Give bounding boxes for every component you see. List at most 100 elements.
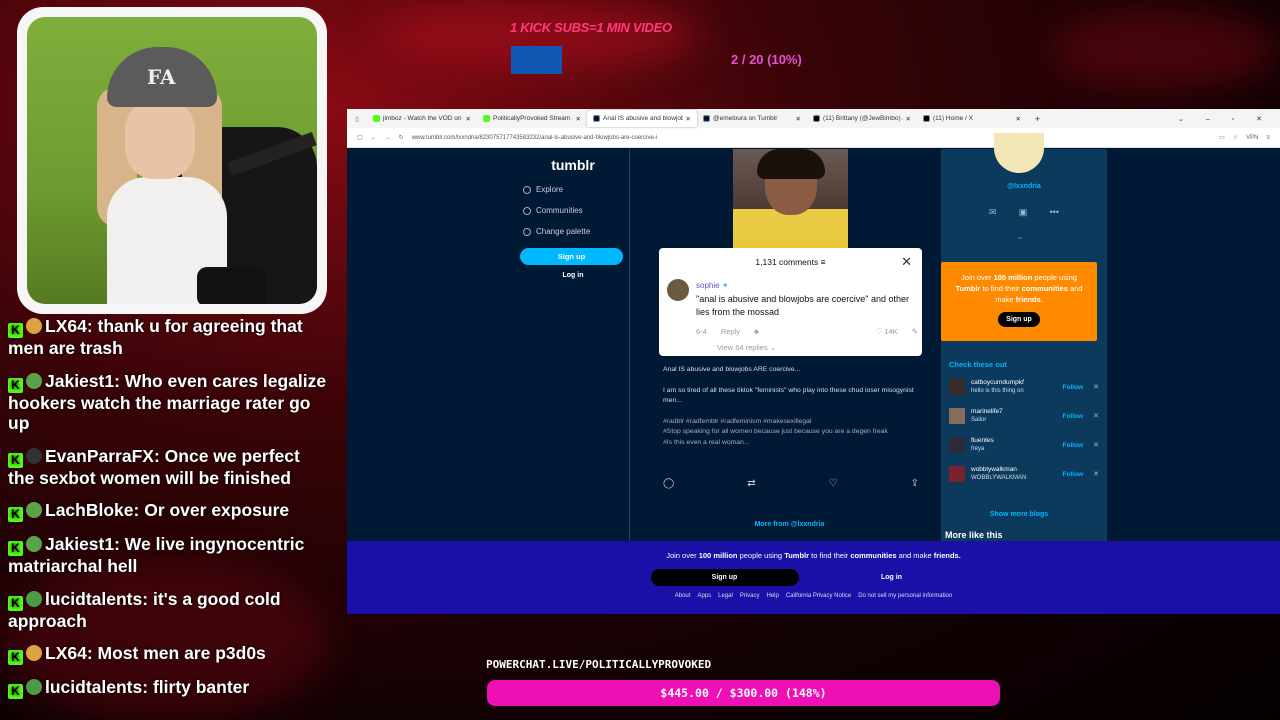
browser-tab[interactable]: jimboz - Watch the VOD on Kic✕ xyxy=(367,110,477,127)
join-text: Join over 100 million people using Tumbl… xyxy=(955,273,1083,304)
dismiss-icon[interactable]: ✕ xyxy=(1093,412,1099,420)
show-more-blogs-link[interactable]: Show more blogs xyxy=(941,511,1097,518)
comment-username[interactable]: sophie ✦ xyxy=(696,281,729,290)
footer-link[interactable]: Privacy xyxy=(740,593,760,599)
tab-bar: ▯ jimboz - Watch the VOD on Kic✕Politica… xyxy=(347,109,1280,128)
reaction-icon[interactable]: ♣ xyxy=(754,327,759,336)
avatar[interactable] xyxy=(949,408,965,424)
dismiss-icon[interactable]: ✕ xyxy=(1093,383,1099,391)
close-tab-icon[interactable]: ✕ xyxy=(906,115,911,123)
favicon-icon xyxy=(373,115,380,122)
reply-button[interactable]: Reply xyxy=(721,327,740,336)
blog-avatar[interactable] xyxy=(994,133,1044,173)
chat-username: EvanParraFX xyxy=(45,445,154,466)
compass-icon xyxy=(523,185,531,194)
nav-explore[interactable]: Explore xyxy=(523,185,629,194)
avatar[interactable] xyxy=(949,437,965,453)
url-field[interactable]: www.tumblr.com/lxxndria/8230757177435832… xyxy=(412,135,1211,141)
sidebar-toggle-icon[interactable]: ▯ xyxy=(347,115,367,123)
follow-button[interactable]: Follow xyxy=(1063,413,1084,420)
footer-link[interactable]: California Privacy Notice xyxy=(786,593,851,599)
avatar[interactable] xyxy=(949,466,965,482)
banner-signup-button[interactable]: Sign up xyxy=(650,569,799,586)
dislike-icon[interactable]: ✎ xyxy=(912,327,918,336)
avatar[interactable] xyxy=(667,279,689,301)
heart-icon[interactable]: ♡ xyxy=(829,478,838,489)
like-button[interactable]: ♡ 14K xyxy=(876,327,898,336)
kick-icon: K xyxy=(8,507,23,522)
new-tab-icon[interactable]: + xyxy=(1035,114,1040,124)
nav-change-palette[interactable]: Change palette xyxy=(523,227,629,236)
browser-tab[interactable]: @emeloura on Tumblr ✕ xyxy=(697,110,807,127)
footer-link[interactable]: Apps xyxy=(697,593,711,599)
join-signup-button[interactable]: Sign up xyxy=(998,312,1040,327)
close-tab-icon[interactable]: ✕ xyxy=(1016,115,1021,123)
reblog-icon[interactable]: ⇄ xyxy=(747,478,755,489)
back-icon[interactable]: ← xyxy=(371,135,377,141)
window-controls[interactable]: ⌄ – ▫ ✕ xyxy=(1178,115,1272,123)
nav-communities[interactable]: Communities xyxy=(523,206,629,215)
banner-login-button[interactable]: Log in xyxy=(807,569,977,586)
close-tab-icon[interactable]: ✕ xyxy=(576,115,581,123)
blog-title: Sailor xyxy=(971,417,987,423)
chevron-down-icon[interactable]: ⌄ xyxy=(1016,231,1024,242)
chat-message: Klucidtalents: flirty banter xyxy=(8,677,328,699)
footer-link[interactable]: Do not sell my personal information xyxy=(858,593,952,599)
login-link[interactable]: Log in xyxy=(517,272,629,279)
close-tab-icon[interactable]: ✕ xyxy=(466,115,471,123)
share-icon[interactable]: ⇪ xyxy=(911,478,919,489)
view-replies-link[interactable]: View 64 replies ⌄ xyxy=(717,343,776,352)
forward-icon[interactable]: → xyxy=(385,135,391,141)
close-icon[interactable]: ✕ xyxy=(901,254,912,270)
follow-button[interactable]: Follow xyxy=(1063,442,1084,449)
comment-text: "anal is abusive and blowjobs are coerci… xyxy=(696,294,910,317)
reload-icon[interactable]: ↻ xyxy=(399,134,404,141)
suggested-blog[interactable]: catboycumdumpkf hello is this thing on Fol… xyxy=(949,376,1099,398)
suggested-blog[interactable]: wobblywalkman WOBBLYWALKMAN Follow ✕ xyxy=(949,463,1099,485)
reader-icon[interactable]: ▭ xyxy=(1219,134,1225,141)
dismiss-icon[interactable]: ✕ xyxy=(1093,470,1099,478)
follow-button[interactable]: Follow xyxy=(1063,471,1084,478)
browser-tab[interactable]: PoliticallyProvoked Stream - W✕ xyxy=(477,110,587,127)
bookmark-icon[interactable]: ☆ xyxy=(1233,134,1238,141)
browser-tab[interactable]: (11) Brittany (@JewBimbo) / X ✕ xyxy=(807,110,917,127)
close-tab-icon[interactable]: ✕ xyxy=(796,115,801,123)
vpn-badge[interactable]: VPN xyxy=(1246,135,1258,141)
footer-link[interactable]: Legal xyxy=(718,593,733,599)
post-tag[interactable]: #Is this even a real woman... xyxy=(663,438,921,449)
footer-link[interactable]: Help xyxy=(766,593,778,599)
close-tab-icon[interactable]: ✕ xyxy=(686,115,691,123)
footer-link[interactable]: About xyxy=(675,593,691,599)
tabs-icon[interactable]: ▢ xyxy=(357,134,363,141)
more-from-link[interactable]: More from @lxxndria xyxy=(653,521,926,528)
chat-username: Jakiest1 xyxy=(45,534,115,554)
post-video[interactable] xyxy=(733,149,848,249)
gift-icon[interactable]: ▣ xyxy=(1019,207,1028,218)
tumblr-logo[interactable]: tumblr xyxy=(517,157,629,173)
webcam-frame: FA xyxy=(17,7,327,314)
avatar[interactable] xyxy=(949,379,965,395)
blog-name[interactable]: @lxxndria xyxy=(941,183,1107,190)
menu-icon[interactable]: ≡ xyxy=(1266,135,1270,141)
suggested-blog[interactable]: marinelife7 Sailor Follow ✕ xyxy=(949,405,1099,427)
chat-message: K Jakiest1: We live ingynocentric matriar… xyxy=(8,534,305,576)
browser-tab[interactable]: (11) Home / X ✕ xyxy=(917,110,1027,127)
browser-tab[interactable]: Anal IS abusive and blowjobs ✕ xyxy=(587,110,697,127)
blog-title: hello is this thing on xyxy=(971,388,1024,394)
left-nav: tumblr Explore Communities Change palett… xyxy=(517,149,630,541)
webcam-feed: FA xyxy=(27,17,317,304)
more-icon[interactable]: ••• xyxy=(1050,207,1059,218)
dismiss-icon[interactable]: ✕ xyxy=(1093,441,1099,449)
comments-count[interactable]: 1,131 comments ≡ xyxy=(659,248,922,267)
post-tag[interactable]: #Stop speaking for all women because jus… xyxy=(663,427,921,438)
signup-button[interactable]: Sign up xyxy=(520,248,623,265)
post-tags[interactable]: #radblr #radfemblr #radfeminism #makesex… xyxy=(663,417,921,428)
suggested-blog[interactable]: fluentes freya Follow ✕ xyxy=(949,434,1099,456)
chat-message: Klucidtalents: it's a good cold approach xyxy=(8,588,281,631)
chat-text: Most men are p3d0s xyxy=(97,643,266,663)
follow-button[interactable]: Follow xyxy=(1063,384,1084,391)
mail-icon[interactable]: ✉ xyxy=(989,207,997,218)
comment-icon[interactable]: ◯ xyxy=(663,478,674,489)
user-badge-icon xyxy=(26,318,42,334)
blog-name: marinelife7 xyxy=(971,408,1003,415)
